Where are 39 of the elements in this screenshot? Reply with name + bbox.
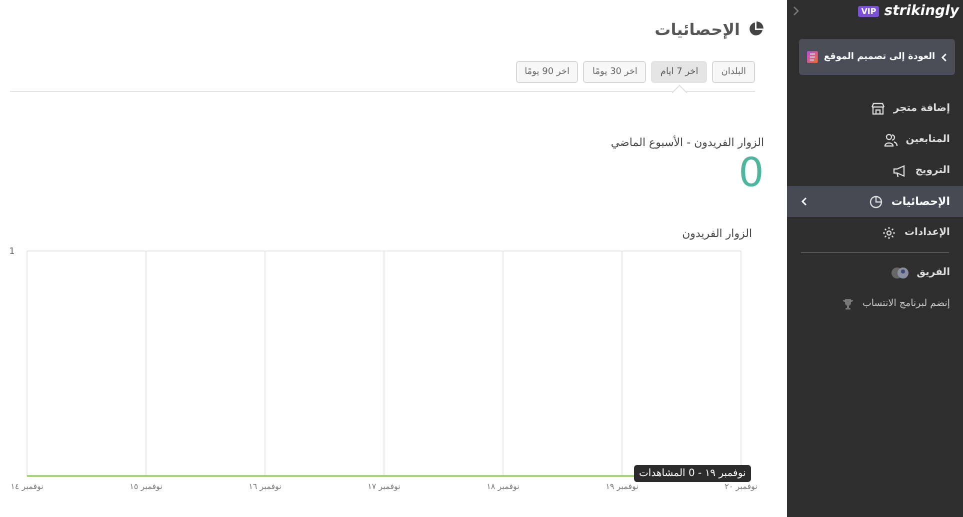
sidebar-item[interactable]: إضافة متجر [787,93,963,124]
x-tick-label: نوفمبر ١٤ [10,482,44,491]
collapse-chevron-icon[interactable] [792,6,800,16]
sidebar-item[interactable]: الفريق [787,257,963,288]
x-tick-label: نوفمبر ١٦ [248,482,282,491]
team-avatars-icon [890,266,909,280]
chevron-icon [941,52,947,62]
stat-label: الزوار الفريدون - الأسبوع الماضي [610,136,764,149]
vip-badge: VIP [858,6,880,16]
sidebar-item-icon [884,132,898,146]
range-tab[interactable]: اخر 30 يومًا [583,61,646,83]
range-tab[interactable]: اخر 7 ايام [651,61,708,83]
range-tab[interactable]: اخر 90 يومًا [516,61,578,83]
range-tab[interactable]: البلدان [712,61,755,83]
sidebar-item[interactable]: الإحصائيات [787,186,963,217]
sidebar-item-icon [869,194,884,208]
page-title: الإحصائيات [654,20,740,38]
sidebar-item-icon [882,226,896,240]
sidebar-item[interactable]: الإعدادات [787,217,963,248]
trophy-icon [842,298,854,310]
sidebar-item[interactable]: الترويج [787,155,963,186]
stat-value: 0 [738,153,764,193]
chart-title: الزوار الفريدون [681,226,753,240]
x-tick-label: نوفمبر ٢٠ [724,482,758,491]
pie-chart-icon [748,21,764,37]
x-tick-label: نوفمبر ١٥ [130,482,162,491]
chevron-icon [801,197,807,206]
x-tick-label: نوفمبر ١٧ [368,482,400,491]
back-to-design-button[interactable]: العودة إلى تصميم الموقع [799,39,955,75]
chart-tooltip: نوفمبر ١٩ - 0 المشاهدات [634,465,751,482]
x-tick-label: نوفمبر ١٩ [606,482,638,491]
y-axis-label: 1 [9,247,15,257]
sidebar-item[interactable]: المتابعين [787,124,963,155]
x-tick-label: نوفمبر ١٨ [486,482,520,491]
sidebar-item-icon [893,164,908,178]
page-design-icon [807,51,818,63]
sidebar-item-icon [871,102,886,116]
brand-logo: strikingly [884,3,959,19]
sidebar-item[interactable]: إنضم لبرنامج الانتساب [787,288,963,319]
